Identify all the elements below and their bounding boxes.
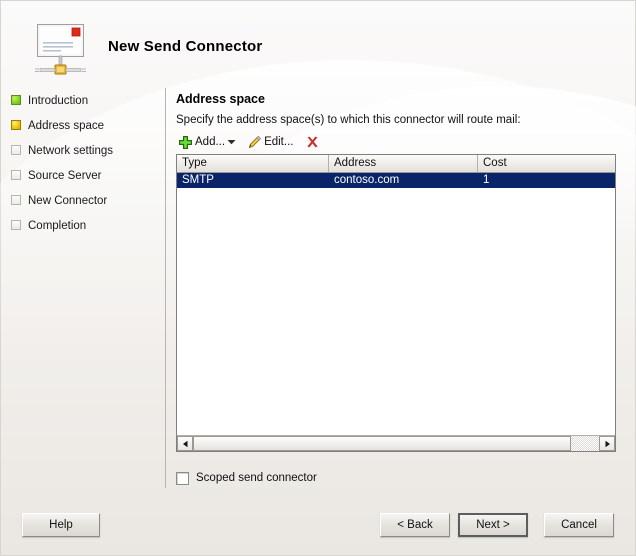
delete-button[interactable] [303, 132, 322, 152]
sidebar-item-network-settings[interactable]: Network settings [0, 138, 165, 163]
cell-type: SMTP [182, 174, 214, 186]
step-status-icon-todo [11, 195, 21, 205]
step-status-icon-todo [11, 170, 21, 180]
add-button[interactable]: Add... [176, 132, 227, 152]
add-button-label: Add... [195, 136, 226, 148]
back-button[interactable]: < Back [380, 513, 450, 537]
column-header-type[interactable]: Type [177, 155, 329, 172]
send-connector-icon [32, 22, 94, 80]
scoped-send-connector-label: Scoped send connector [196, 472, 317, 484]
content-pane: Address space Specify the address space(… [166, 88, 636, 488]
scrollbar-track[interactable] [193, 436, 599, 451]
sidebar-item-completion[interactable]: Completion [0, 213, 165, 238]
edit-button-label: Edit... [264, 136, 294, 148]
instruction-text: Specify the address space(s) to which th… [176, 114, 521, 126]
address-space-list[interactable]: Type Address Cost SMTP contoso.com 1 [176, 154, 616, 452]
list-header-row: Type Address Cost [177, 155, 615, 173]
step-status-icon-todo [11, 220, 21, 230]
edit-button[interactable]: Edit... [245, 132, 295, 152]
scrollbar-thumb[interactable] [193, 436, 571, 451]
step-status-icon-current [11, 120, 21, 130]
column-header-address[interactable]: Address [329, 155, 478, 172]
step-status-icon-todo [11, 145, 21, 155]
sidebar-item-label: Address space [28, 119, 105, 132]
cell-cost: 1 [483, 174, 490, 186]
help-button[interactable]: Help [22, 513, 100, 537]
scoped-send-connector-checkbox[interactable] [176, 471, 189, 485]
table-row[interactable]: SMTP contoso.com 1 [177, 173, 615, 188]
sidebar-item-source-server[interactable]: Source Server [0, 163, 165, 188]
sidebar-item-label: New Connector [28, 194, 108, 207]
cancel-button[interactable]: Cancel [544, 513, 614, 537]
scroll-right-arrow-icon[interactable] [599, 436, 615, 451]
next-button[interactable]: Next > [458, 513, 528, 537]
sidebar-item-introduction[interactable]: Introduction [0, 88, 165, 113]
chevron-down-icon[interactable] [227, 139, 241, 145]
sidebar-item-label: Source Server [28, 169, 102, 182]
address-space-toolbar: Add... Edit... [176, 132, 322, 152]
wizard-header: New Send Connector [0, 0, 636, 88]
page-title: New Send Connector [108, 38, 263, 55]
horizontal-scrollbar[interactable] [177, 435, 615, 451]
red-x-icon [305, 135, 320, 150]
sidebar-item-new-connector[interactable]: New Connector [0, 188, 165, 213]
cell-address: contoso.com [334, 174, 400, 186]
sidebar-item-label: Completion [28, 219, 87, 232]
sidebar-item-label: Introduction [28, 94, 89, 107]
wizard-steps-sidebar: Introduction Address space Network setti… [0, 88, 165, 488]
scroll-left-arrow-icon[interactable] [177, 436, 193, 451]
plus-icon [178, 135, 193, 150]
sidebar-item-label: Network settings [28, 144, 114, 157]
section-heading: Address space [176, 92, 265, 106]
scoped-send-connector-row[interactable]: Scoped send connector [176, 470, 317, 486]
sidebar-item-address-space[interactable]: Address space [0, 113, 165, 138]
step-status-icon-done [11, 95, 21, 105]
column-header-cost[interactable]: Cost [478, 155, 615, 172]
pencil-icon [247, 135, 262, 150]
new-send-connector-wizard: New Send Connector Introduction Address … [0, 0, 636, 556]
